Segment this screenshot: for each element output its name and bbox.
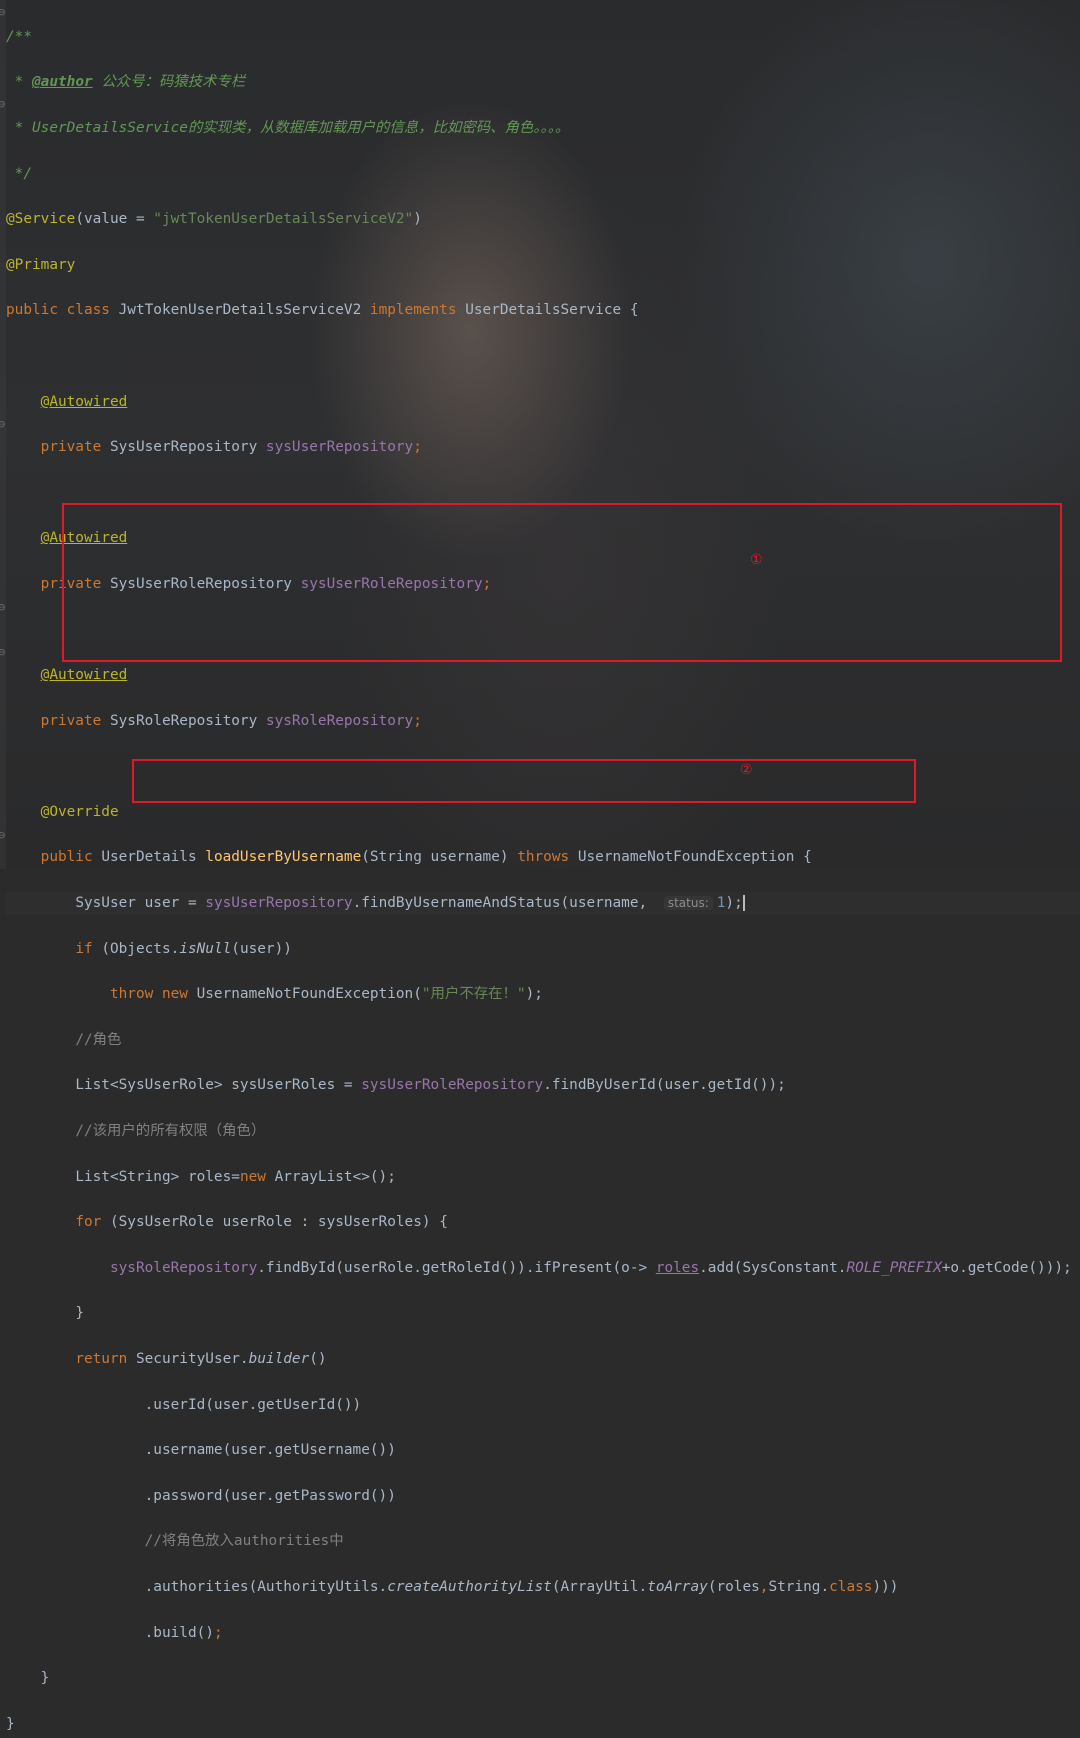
code-line: .build(); <box>144 1624 223 1641</box>
code-line: .password(user.getPassword()) <box>144 1487 396 1504</box>
fold-open-icon[interactable]: ⊖ <box>0 5 5 19</box>
code-line: public UserDetails loadUserByUsername(St… <box>40 849 812 866</box>
highlight-box-authorities <box>132 759 916 803</box>
code-line: List<SysUserRole> sysUserRoles = sysUser… <box>75 1077 786 1094</box>
code-line: } <box>40 1670 50 1687</box>
code-line: .username(user.getUsername()) <box>144 1442 396 1459</box>
code-line: @Override <box>40 803 119 820</box>
code-line: } <box>6 1715 15 1732</box>
code-line: * UserDetailsService的实现类，从数据库加载用户的信息，比如密… <box>6 119 570 136</box>
highlight-box-roles <box>62 503 1062 662</box>
code-line: return SecurityUser.builder() <box>75 1351 327 1368</box>
code-line: .authorities(AuthorityUtils.createAuthor… <box>144 1578 899 1595</box>
code-editor[interactable]: /** * @author 公众号：码猿技术专栏 * UserDetailsSe… <box>6 3 1080 1738</box>
fold-open-icon[interactable]: ⊖ <box>0 97 5 111</box>
code-line: public class JwtTokenUserDetailsServiceV… <box>6 302 639 319</box>
code-line: @Autowired <box>40 393 128 410</box>
code-line: /** <box>6 28 32 45</box>
code-line: private SysUserRepository sysUserReposit… <box>40 439 422 456</box>
code-line: //该用户的所有权限（角色） <box>75 1123 266 1140</box>
code-line: @Primary <box>6 256 76 273</box>
code-line: throw new UsernameNotFoundException("用户不… <box>109 986 543 1003</box>
code-line: sysRoleRepository.findById(userRole.getR… <box>109 1259 1072 1276</box>
marker-two: ② <box>740 762 753 778</box>
code-line: //将角色放入authorities中 <box>144 1533 344 1550</box>
code-line: * @author 公众号：码猿技术专栏 <box>6 74 246 91</box>
code-line: private SysRoleRepository sysRoleReposit… <box>40 712 422 729</box>
code-line: @Service(value = "jwtTokenUserDetailsSer… <box>6 211 422 228</box>
code-line: @Autowired <box>40 667 128 684</box>
code-line: } <box>75 1305 84 1322</box>
code-line: if (Objects.isNull(user)) <box>75 940 292 957</box>
code-line: for (SysUserRole userRole : sysUserRoles… <box>75 1214 448 1231</box>
fold-end-icon[interactable]: ⊖ <box>0 828 5 842</box>
marker-one: ① <box>750 552 763 568</box>
code-line: .userId(user.getUserId()) <box>144 1396 362 1413</box>
code-line-current: SysUser user = sysUserRepository.findByU… <box>6 892 1080 915</box>
fold-end-icon[interactable]: ⊖ <box>0 645 5 659</box>
code-line: //角色 <box>75 1031 122 1048</box>
fold-open-icon[interactable]: ⊖ <box>0 600 5 614</box>
fold-open-icon[interactable]: ⊖ <box>0 417 5 431</box>
parameter-hint: status: <box>663 896 713 911</box>
code-line: */ <box>6 165 32 182</box>
code-line: List<String> roles=new ArrayList<>(); <box>75 1168 396 1185</box>
text-caret <box>742 895 745 912</box>
